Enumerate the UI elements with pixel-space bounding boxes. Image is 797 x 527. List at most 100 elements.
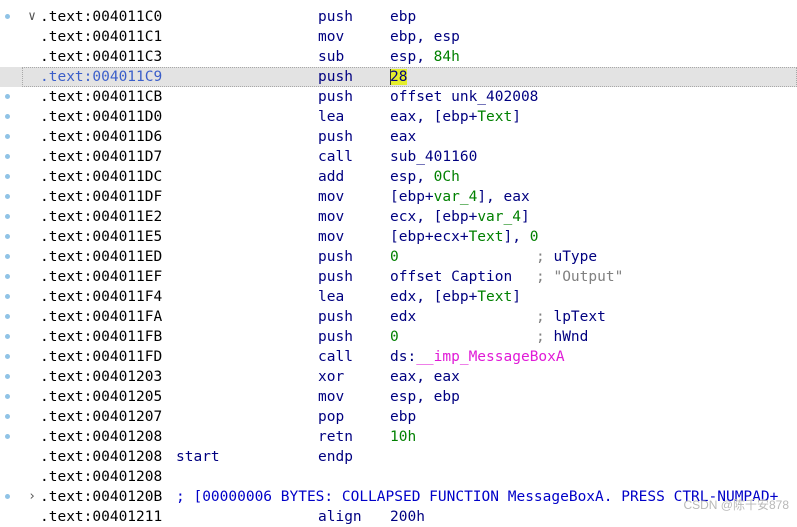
- breakpoint-dot-icon[interactable]: [5, 314, 10, 319]
- breakpoint-dot-icon[interactable]: [5, 254, 10, 259]
- operand-token: hWnd: [553, 329, 589, 345]
- breakpoint-dot-icon[interactable]: [5, 234, 10, 239]
- address-label: .text:004011CB: [40, 89, 163, 105]
- listing-row[interactable]: .text:004011CB push offset unk_402008: [0, 87, 797, 107]
- fold-open-chevron-icon[interactable]: ∨: [25, 7, 39, 27]
- listing-row[interactable]: .text:004011DC add esp, 0Ch: [0, 167, 797, 187]
- listing-row[interactable]: › .text:0040120B; [00000006 BYTES: COLLAP…: [0, 487, 797, 507]
- breakpoint-dot-icon[interactable]: [5, 494, 10, 499]
- operand-token: edx, [ebp+: [390, 289, 478, 305]
- instruction-mnemonic: push: [318, 129, 353, 145]
- breakpoint-dot-icon[interactable]: [5, 274, 10, 279]
- instruction-operands[interactable]: edx: [390, 307, 416, 327]
- address-label: .text:00401211: [40, 509, 163, 525]
- instruction-operands[interactable]: 200h: [390, 507, 425, 527]
- listing-row[interactable]: .text:004011EF push offset Caption ; "Outpu…: [0, 267, 797, 287]
- instruction-operands[interactable]: sub_401160: [390, 147, 477, 167]
- instruction-operands[interactable]: edx, [ebp+Text]: [390, 287, 521, 307]
- breakpoint-dot-icon[interactable]: [5, 94, 10, 99]
- breakpoint-dot-icon[interactable]: [5, 354, 10, 359]
- instruction-operands[interactable]: 10h: [390, 427, 416, 447]
- instruction-operands[interactable]: 0: [390, 327, 399, 347]
- listing-row[interactable]: .text:004011FD call ds:__imp_MessageBoxA: [0, 347, 797, 367]
- instruction-mnemonic: lea: [318, 109, 345, 125]
- instruction-operands[interactable]: ebp: [390, 407, 416, 427]
- listing-row[interactable]: .text:00401208 retn 10h: [0, 427, 797, 447]
- instruction-operands[interactable]: 0: [390, 247, 399, 267]
- address-label: .text:0040120B: [40, 489, 163, 505]
- instruction-mnemonic: push: [318, 89, 353, 105]
- instruction-operands[interactable]: [ebp+ecx+Text], 0: [390, 227, 538, 247]
- breakpoint-dot-icon[interactable]: [5, 194, 10, 199]
- instruction-operands[interactable]: ebp, esp: [390, 27, 460, 47]
- operand-token: offset Caption: [390, 269, 513, 285]
- breakpoint-dot-icon[interactable]: [5, 414, 10, 419]
- breakpoint-dot-icon[interactable]: [5, 374, 10, 379]
- listing-row[interactable]: .text:004011C3 sub esp, 84h: [0, 47, 797, 67]
- instruction-operands[interactable]: esp, ebp: [390, 387, 460, 407]
- function-name-label[interactable]: start: [176, 447, 220, 467]
- instruction-mnemonic: push: [318, 269, 353, 285]
- instruction-mnemonic: push: [318, 329, 353, 345]
- breakpoint-dot-icon[interactable]: [5, 334, 10, 339]
- breakpoint-dot-icon[interactable]: [5, 214, 10, 219]
- address-label: .text:004011C0: [40, 9, 163, 25]
- instruction-operands[interactable]: [ebp+var_4], eax: [390, 187, 530, 207]
- instruction-mnemonic: push: [318, 9, 353, 25]
- instruction-operands[interactable]: 28: [390, 67, 408, 87]
- fold-closed-chevron-icon[interactable]: ›: [25, 487, 39, 507]
- breakpoint-dot-icon[interactable]: [5, 294, 10, 299]
- listing-row[interactable]: .text:00401203 xor eax, eax: [0, 367, 797, 387]
- instruction-operands[interactable]: offset unk_402008: [390, 87, 538, 107]
- listing-row[interactable]: .text:00401208: [0, 467, 797, 487]
- listing-row[interactable]: .text:004011D0 lea eax, [ebp+Text]: [0, 107, 797, 127]
- breakpoint-dot-icon[interactable]: [5, 394, 10, 399]
- instruction-operands[interactable]: offset Caption: [390, 267, 512, 287]
- listing-row[interactable]: ∨ .text:004011C0 push ebp: [0, 7, 797, 27]
- instruction-mnemonic: mov: [318, 389, 345, 405]
- listing-row[interactable]: .text:004011D7 call sub_401160: [0, 147, 797, 167]
- listing-row[interactable]: .text:004011D6 push eax: [0, 127, 797, 147]
- instruction-operands[interactable]: esp, 0Ch: [390, 167, 460, 187]
- breakpoint-dot-icon[interactable]: [5, 14, 10, 19]
- instruction-operands[interactable]: esp, 84h: [390, 47, 460, 67]
- breakpoint-dot-icon[interactable]: [5, 114, 10, 119]
- operand-token: __imp_MessageBoxA: [416, 349, 565, 365]
- address-label: .text:004011D6: [40, 129, 163, 145]
- listing-row[interactable]: .text:004011E2 mov ecx, [ebp+var_4]: [0, 207, 797, 227]
- listing-row[interactable]: .text:004011DF mov [ebp+var_4], eax: [0, 187, 797, 207]
- operand-token: ;: [536, 329, 554, 345]
- listing-row[interactable]: .text:004011FB push 0; hWnd: [0, 327, 797, 347]
- operand-token: ; "Output": [536, 269, 624, 285]
- address-label: .text:004011D7: [40, 149, 163, 165]
- operand-token: ;: [536, 309, 554, 325]
- listing-row[interactable]: .text:004011FA push edx; lpText: [0, 307, 797, 327]
- instruction-operands[interactable]: eax, eax: [390, 367, 460, 387]
- listing-row[interactable]: .text:00401205 mov esp, ebp: [0, 387, 797, 407]
- address-label: .text:00401208: [40, 449, 163, 465]
- operand-token: esp, ebp: [390, 389, 460, 405]
- listing-row[interactable]: .text:00401208 start endp: [0, 447, 797, 467]
- instruction-mnemonic: retn: [318, 429, 353, 445]
- breakpoint-dot-icon[interactable]: [5, 174, 10, 179]
- operand-token: 0: [529, 229, 539, 245]
- breakpoint-dot-icon[interactable]: [5, 434, 10, 439]
- disassembly-listing[interactable]: ∨ .text:004011C0 push ebp .text:004011C1 mov e…: [0, 0, 797, 525]
- instruction-mnemonic: push: [318, 69, 353, 85]
- instruction-operands[interactable]: eax: [390, 127, 416, 147]
- listing-row[interactable]: .text:004011E5 mov [ebp+ecx+Text], 0: [0, 227, 797, 247]
- instruction-operands[interactable]: ecx, [ebp+var_4]: [390, 207, 530, 227]
- listing-row[interactable]: .text:004011C9 push 28: [0, 67, 797, 87]
- instruction-operands[interactable]: ds:__imp_MessageBoxA: [390, 347, 565, 367]
- listing-row[interactable]: .text:004011F4 lea edx, [ebp+Text]: [0, 287, 797, 307]
- operand-token: ebp: [390, 409, 417, 425]
- instruction-operands[interactable]: ebp: [390, 7, 416, 27]
- listing-row[interactable]: .text:004011C1 mov ebp, esp: [0, 27, 797, 47]
- operand-token: ]: [512, 109, 521, 125]
- breakpoint-dot-icon[interactable]: [5, 154, 10, 159]
- listing-row[interactable]: .text:00401207 pop ebp: [0, 407, 797, 427]
- listing-row[interactable]: .text:00401211 align 200h: [0, 507, 797, 527]
- breakpoint-dot-icon[interactable]: [5, 134, 10, 139]
- listing-row[interactable]: .text:004011ED push 0; uType: [0, 247, 797, 267]
- instruction-operands[interactable]: eax, [ebp+Text]: [390, 107, 521, 127]
